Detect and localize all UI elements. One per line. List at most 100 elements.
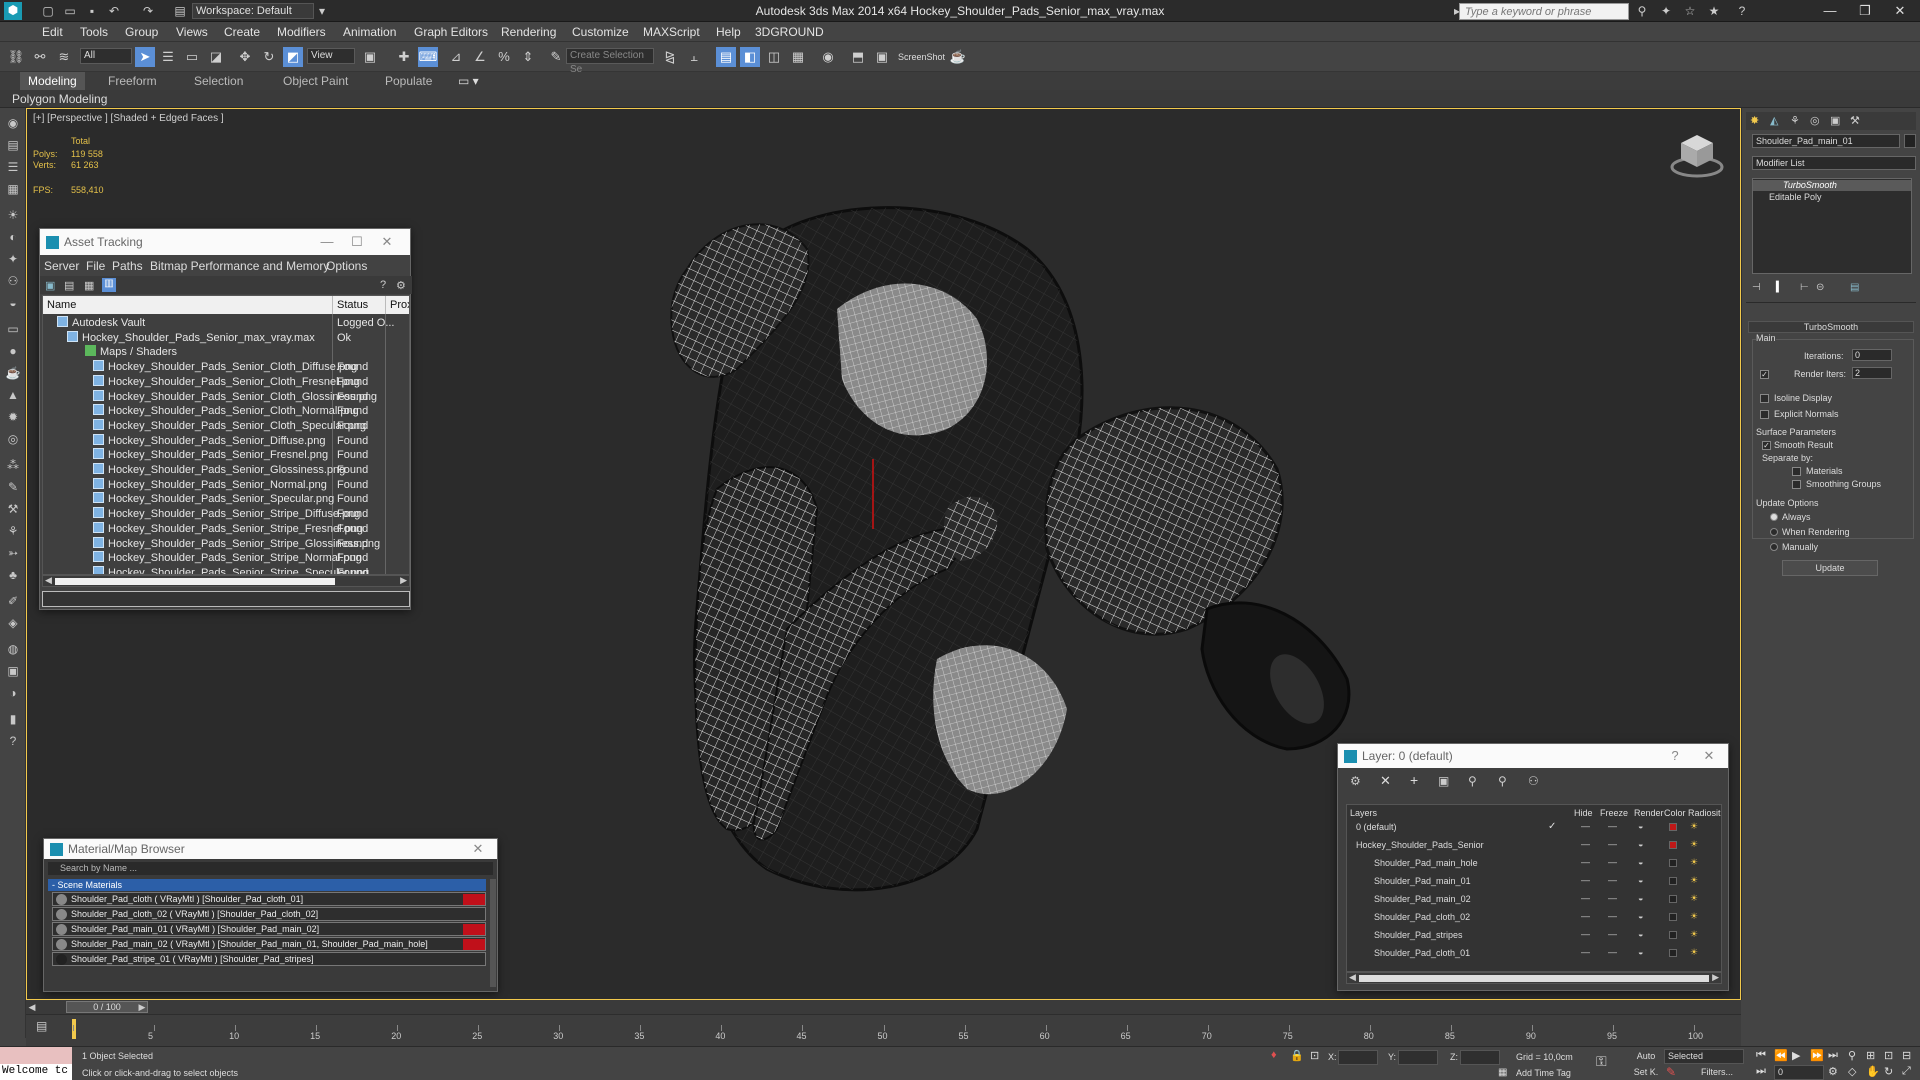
mini-curve-editor-icon[interactable]: ▤: [36, 1019, 47, 1033]
freeze-toggle[interactable]: —: [1608, 821, 1617, 831]
play-icon[interactable]: ▶: [1792, 1049, 1800, 1062]
remove-modifier-icon[interactable]: ⊝: [1816, 282, 1824, 293]
app-menu-icon[interactable]: ⬢: [4, 2, 22, 20]
minimize-icon[interactable]: —: [314, 229, 340, 255]
hide-toggle[interactable]: —: [1581, 857, 1590, 867]
set-key-button[interactable]: Set K.: [1630, 1065, 1662, 1079]
layer-row[interactable]: Shoulder_Pad_main_01: [1346, 874, 1471, 889]
layer-icon[interactable]: ▤: [4, 136, 22, 154]
keyboard-shortcut-override-icon[interactable]: ⌨: [418, 47, 438, 67]
layer-explorer-icon[interactable]: ◧: [740, 47, 760, 67]
percent-snap-icon[interactable]: %: [494, 47, 514, 67]
render-setup-icon[interactable]: ⬒: [848, 47, 868, 67]
col-render[interactable]: Render: [1634, 808, 1664, 818]
maxscript-listener-top[interactable]: [0, 1047, 72, 1064]
radiosity-toggle[interactable]: ☀: [1690, 947, 1698, 958]
grid-icon[interactable]: ▦: [4, 180, 22, 198]
freeze-toggle[interactable]: —: [1608, 893, 1617, 903]
radiosity-toggle[interactable]: ☀: [1690, 929, 1698, 940]
close-icon[interactable]: ✕: [1696, 744, 1722, 768]
help-icon[interactable]: ?: [1734, 3, 1750, 19]
render-toggle[interactable]: ◒: [1638, 929, 1643, 939]
utilities-tab-icon[interactable]: ⚒: [1850, 114, 1860, 127]
camera-icon[interactable]: ◐: [4, 228, 22, 246]
zoom-extents-icon[interactable]: ⊡: [1884, 1049, 1893, 1062]
render-production-icon[interactable]: ☕: [948, 47, 968, 67]
list-icon[interactable]: ☰: [4, 158, 22, 176]
paint-icon[interactable]: ✎: [4, 478, 22, 496]
next-frame-icon[interactable]: ⏩: [1810, 1049, 1824, 1062]
freeze-toggle[interactable]: —: [1608, 911, 1617, 921]
render-toggle[interactable]: ◒: [1638, 839, 1643, 849]
key-mode-icon[interactable]: ⏭: [1756, 1065, 1766, 1078]
material-item[interactable]: Shoulder_Pad_cloth ( VRayMtl ) [Shoulder…: [52, 892, 486, 906]
selection-filter-dropdown[interactable]: All: [80, 48, 132, 64]
menu-create[interactable]: Create: [224, 25, 260, 39]
scroll-left-icon[interactable]: ◀: [45, 575, 52, 586]
menu-options[interactable]: Options: [326, 259, 367, 273]
isolate-selection-icon[interactable]: ♦: [1271, 1049, 1277, 1061]
teapot-icon[interactable]: ☕: [4, 364, 22, 382]
settings-icon[interactable]: ⚙: [396, 279, 406, 292]
iterations-spinner[interactable]: 0: [1852, 349, 1892, 361]
z-coordinate-field[interactable]: [1460, 1050, 1500, 1065]
display-tab-icon[interactable]: ▣: [1830, 114, 1840, 127]
screenshot-label[interactable]: ScreenShot: [898, 52, 945, 62]
add-time-tag[interactable]: Add Time Tag: [1516, 1068, 1571, 1078]
cloth-icon[interactable]: ◈: [4, 614, 22, 632]
hierarchy-tab-icon[interactable]: ⚘: [1790, 114, 1800, 127]
set-key-icon[interactable]: ⚿: [1596, 1053, 1607, 1070]
hide-toggle[interactable]: —: [1581, 911, 1590, 921]
hide-toggle[interactable]: —: [1581, 893, 1590, 903]
material-item[interactable]: Shoulder_Pad_cloth_02 ( VRayMtl ) [Shoul…: [52, 907, 486, 921]
scroll-thumb[interactable]: [1359, 975, 1709, 982]
freeze-toggle[interactable]: —: [1608, 875, 1617, 885]
communication-center-icon[interactable]: ☆: [1682, 3, 1698, 19]
tree-icon[interactable]: ♣: [4, 566, 22, 584]
key-filter-selected-dropdown[interactable]: Selected: [1664, 1049, 1744, 1064]
scale-icon[interactable]: ◩: [283, 47, 303, 67]
redo-icon[interactable]: ↷: [140, 3, 156, 19]
shape-icon[interactable]: ◒: [4, 294, 22, 312]
layer-horizontal-scrollbar[interactable]: ◀ ▶: [1346, 972, 1722, 984]
favorites-icon[interactable]: ★: [1706, 3, 1722, 19]
delete-layer-icon[interactable]: ✕: [1380, 773, 1391, 789]
layer-color-swatch[interactable]: [1669, 877, 1677, 885]
col-freeze[interactable]: Freeze: [1600, 808, 1628, 818]
menu-bitmap-performance[interactable]: Bitmap Performance and Memory: [150, 259, 329, 273]
bind-space-warp-icon[interactable]: ≋: [54, 47, 74, 67]
asset-horizontal-scrollbar[interactable]: ◀ ▶: [42, 575, 410, 587]
tab-modeling[interactable]: Modeling: [20, 72, 85, 90]
object-color-swatch[interactable]: [1904, 134, 1916, 148]
key-pencil-icon[interactable]: ✎: [1666, 1065, 1676, 1079]
layer-color-swatch[interactable]: [1669, 913, 1677, 921]
viewport-label[interactable]: [+] [Perspective ] [Shaded + Edged Faces…: [33, 113, 224, 124]
turbosmooth-rollout-header[interactable]: TurboSmooth: [1748, 321, 1914, 333]
material-scrollbar[interactable]: [490, 879, 496, 987]
maximize-viewport-icon[interactable]: ⤢: [1902, 1065, 1911, 1078]
col-name[interactable]: Name: [43, 296, 333, 314]
hierarchy-icon[interactable]: ⚘: [4, 522, 22, 540]
menu-3dground[interactable]: 3DGROUND: [755, 25, 824, 39]
radiosity-toggle[interactable]: ☀: [1690, 875, 1698, 886]
menu-help[interactable]: Help: [716, 25, 741, 39]
object-name-field[interactable]: Shoulder_Pad_main_01: [1752, 134, 1900, 148]
layer-row[interactable]: Shoulder_Pad_main_02: [1346, 892, 1471, 907]
edit-named-selection-icon[interactable]: ✎: [546, 47, 566, 67]
rectangular-selection-icon[interactable]: ▭: [182, 47, 202, 67]
tab-freeform[interactable]: Freeform: [108, 74, 157, 88]
radiosity-toggle[interactable]: ☀: [1690, 893, 1698, 904]
pan-icon[interactable]: ✋: [1866, 1065, 1880, 1078]
table-view-icon[interactable]: ▥: [102, 278, 116, 292]
sun-icon[interactable]: ✹: [4, 408, 22, 426]
explicit-normals-checkbox[interactable]: [1760, 410, 1769, 419]
maxscript-listener-input[interactable]: Welcome tc: [0, 1064, 72, 1080]
tab-selection[interactable]: Selection: [194, 74, 243, 88]
hide-toggle[interactable]: —: [1581, 821, 1590, 831]
globe-icon[interactable]: ◍: [4, 640, 22, 658]
render-iters-checkbox[interactable]: ✓: [1760, 370, 1769, 379]
search-input[interactable]: Type a keyword or phrase: [1459, 3, 1629, 20]
tab-populate[interactable]: Populate: [385, 74, 432, 88]
bone-icon[interactable]: ⚇: [4, 272, 22, 290]
snaps-toggle-icon[interactable]: ⊿: [446, 47, 466, 67]
